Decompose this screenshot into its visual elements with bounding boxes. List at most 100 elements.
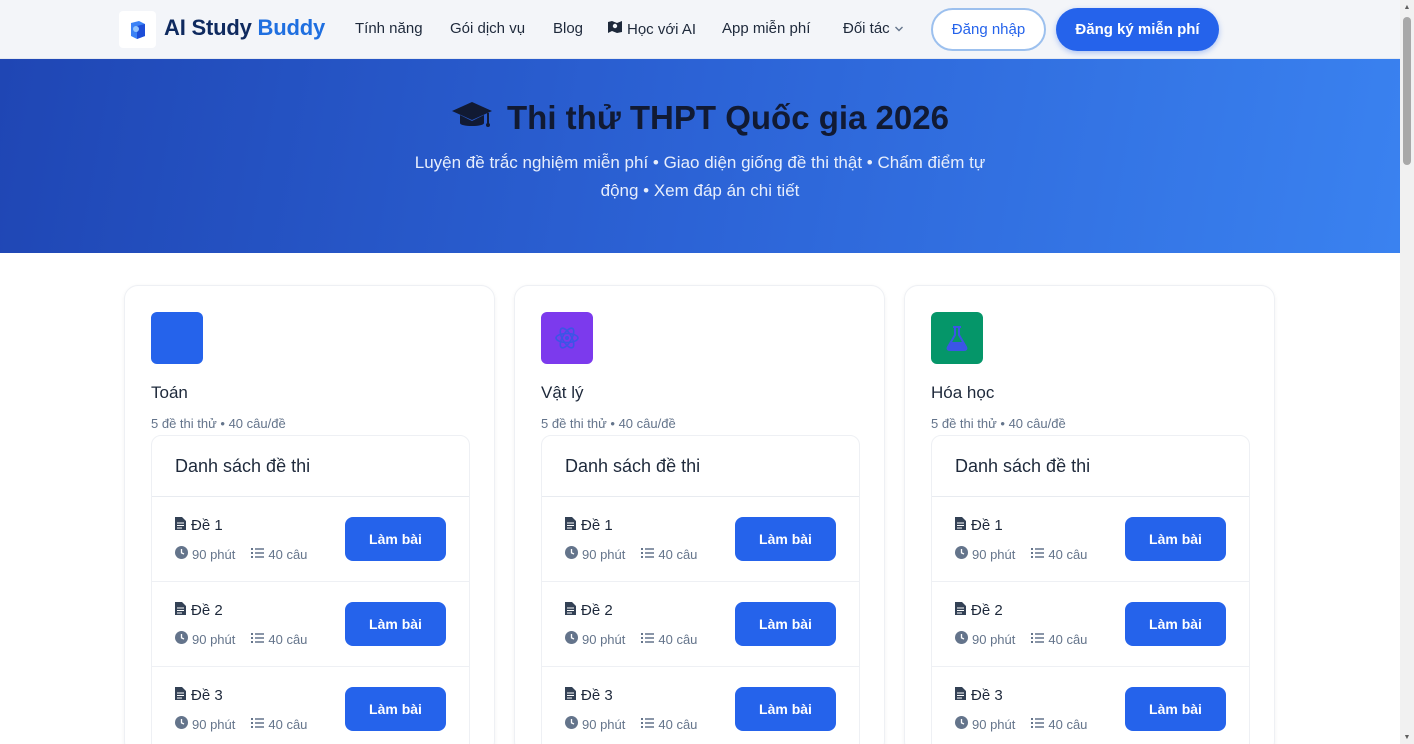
exam-title-text: Đề 2: [971, 602, 1003, 619]
login-button[interactable]: Đăng nhập: [931, 8, 1046, 51]
subject-meta: 5 đề thi thử • 40 câu/đề: [151, 416, 286, 431]
exam-meta: 90 phút 40 câu: [955, 631, 1087, 647]
exam-title: Đề 2: [565, 602, 613, 619]
subject-meta: 5 đề thi thử • 40 câu/đề: [931, 416, 1066, 431]
exam-row: Đề 1 90 phút 40 câu Làm bài: [542, 497, 859, 582]
list-ol-icon: [641, 547, 655, 562]
exam-duration: 90 phút: [192, 716, 236, 732]
exam-title-text: Đề 1: [581, 517, 613, 534]
logo-text-main: AI Study: [164, 15, 252, 40]
scroll-up-arrow-icon[interactable]: ▲: [1403, 3, 1411, 11]
exam-questions: 40 câu: [658, 546, 698, 562]
start-exam-button[interactable]: Làm bài: [345, 687, 446, 731]
clock-icon: [955, 631, 968, 647]
exam-duration: 90 phút: [972, 716, 1016, 732]
exam-meta: 90 phút 40 câu: [565, 546, 697, 562]
hero-subtitle: Luyện đề trắc nghiệm miễn phí • Giao diệ…: [414, 153, 986, 200]
file-icon: [175, 602, 186, 619]
logo-icon[interactable]: [119, 11, 156, 48]
exam-list-title: Danh sách đề thi: [542, 436, 859, 497]
exam-title-text: Đề 3: [971, 687, 1003, 704]
exam-meta: 90 phút 40 câu: [175, 546, 307, 562]
exam-title: Đề 1: [565, 517, 613, 534]
math-icon: [151, 312, 203, 364]
start-exam-button[interactable]: Làm bài: [1125, 517, 1226, 561]
hero-banner: Thi thử THPT Quốc gia 2026 Luyện đề trắc…: [0, 59, 1400, 253]
exam-title-text: Đề 3: [581, 687, 613, 704]
file-icon: [565, 517, 576, 534]
start-exam-button[interactable]: Làm bài: [735, 687, 836, 731]
exam-meta: 90 phút 40 câu: [955, 716, 1087, 732]
list-ol-icon: [251, 547, 265, 562]
nav-link-label: Học với AI: [627, 20, 697, 38]
start-exam-button[interactable]: Làm bài: [1125, 687, 1226, 731]
exam-row: Đề 3 90 phút 40 câu Làm bài: [542, 667, 859, 744]
list-ol-icon: [641, 632, 655, 647]
start-exam-button[interactable]: Làm bài: [345, 602, 446, 646]
nav-link-blog[interactable]: Blog: [553, 20, 583, 37]
nav-link-partners[interactable]: Đối tác: [843, 20, 904, 37]
subject-card-chemistry: Hóa học 5 đề thi thử • 40 câu/đề Danh sá…: [904, 285, 1275, 744]
page-scrollbar[interactable]: ▲ ▼: [1400, 0, 1414, 744]
exam-duration: 90 phút: [192, 546, 236, 562]
nav-link-free-app[interactable]: App miễn phí: [722, 20, 810, 37]
nav-link-plans[interactable]: Gói dịch vụ: [450, 20, 525, 37]
nav-link-features[interactable]: Tính năng: [355, 20, 423, 37]
exam-duration: 90 phút: [972, 546, 1016, 562]
clock-icon: [955, 546, 968, 562]
scrollbar-thumb[interactable]: [1403, 17, 1411, 165]
exam-title: Đề 1: [175, 517, 223, 534]
clock-icon: [565, 631, 578, 647]
flask-icon: [931, 312, 983, 364]
exam-questions: 40 câu: [1048, 546, 1088, 562]
scroll-down-arrow-icon[interactable]: ▼: [1403, 733, 1411, 741]
exam-duration: 90 phút: [582, 631, 626, 647]
list-ol-icon: [1031, 547, 1045, 562]
file-icon: [565, 602, 576, 619]
map-icon: [607, 20, 623, 38]
exam-questions: 40 câu: [268, 716, 308, 732]
start-exam-button[interactable]: Làm bài: [1125, 602, 1226, 646]
exam-questions: 40 câu: [268, 546, 308, 562]
clock-icon: [955, 716, 968, 732]
exam-meta: 90 phút 40 câu: [175, 631, 307, 647]
exam-row: Đề 2 90 phút 40 câu Làm bài: [152, 582, 469, 667]
exam-list-title: Danh sách đề thi: [932, 436, 1249, 497]
list-ol-icon: [1031, 717, 1045, 732]
exam-meta: 90 phút 40 câu: [565, 716, 697, 732]
exam-title: Đề 2: [955, 602, 1003, 619]
exam-title-text: Đề 2: [581, 602, 613, 619]
file-icon: [955, 517, 966, 534]
file-icon: [175, 687, 186, 704]
exam-questions: 40 câu: [1048, 716, 1088, 732]
exam-row: Đề 2 90 phút 40 câu Làm bài: [932, 582, 1249, 667]
exam-questions: 40 câu: [658, 631, 698, 647]
start-exam-button[interactable]: Làm bài: [345, 517, 446, 561]
top-navbar: AI Study Buddy Tính năng Gói dịch vụ Blo…: [0, 0, 1400, 59]
exam-title: Đề 3: [175, 687, 223, 704]
exam-questions: 40 câu: [268, 631, 308, 647]
start-exam-button[interactable]: Làm bài: [735, 602, 836, 646]
exam-duration: 90 phút: [972, 631, 1016, 647]
exam-title-text: Đề 3: [191, 687, 223, 704]
file-icon: [955, 602, 966, 619]
signup-button[interactable]: Đăng ký miễn phí: [1056, 8, 1219, 51]
exam-list: Danh sách đề thi Đề 1 90 phút 40 câu Làm…: [151, 435, 470, 744]
nav-link-label: App miễn phí: [722, 20, 811, 37]
exam-title: Đề 3: [955, 687, 1003, 704]
subject-meta: 5 đề thi thử • 40 câu/đề: [541, 416, 676, 431]
exam-title: Đề 3: [565, 687, 613, 704]
exam-row: Đề 3 90 phút 40 câu Làm bài: [932, 667, 1249, 744]
exam-list: Danh sách đề thi Đề 1 90 phút 40 câu Làm…: [541, 435, 860, 744]
logo-text[interactable]: AI Study Buddy: [164, 15, 325, 41]
nav-link-learn-ai[interactable]: Học với AI: [607, 20, 696, 38]
clock-icon: [175, 546, 188, 562]
clock-icon: [175, 716, 188, 732]
exam-title-text: Đề 2: [191, 602, 223, 619]
hero-title-row: Thi thử THPT Quốc gia 2026: [0, 99, 1400, 137]
exam-row: Đề 2 90 phút 40 câu Làm bài: [542, 582, 859, 667]
start-exam-button[interactable]: Làm bài: [735, 517, 836, 561]
clock-icon: [565, 716, 578, 732]
exam-list: Danh sách đề thi Đề 1 90 phút 40 câu Làm…: [931, 435, 1250, 744]
nav-link-label: Blog: [553, 20, 584, 37]
